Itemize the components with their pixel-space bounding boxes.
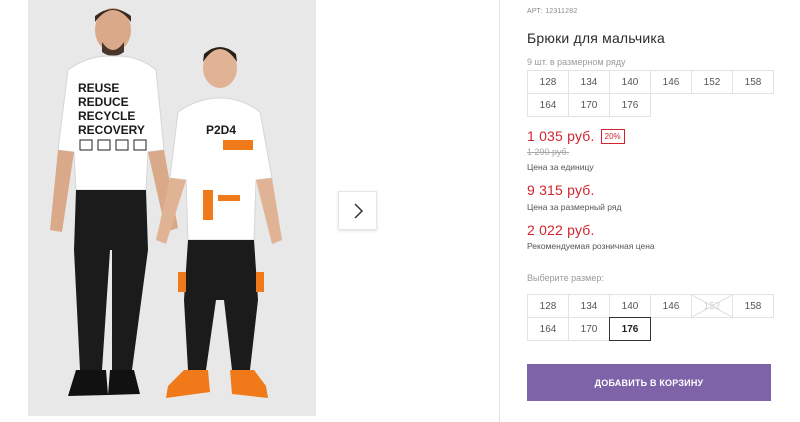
unit-price-row: 1 035 руб. 20% (527, 128, 625, 144)
size-selector: 128 134 140 146 152 158 164 170 176 (527, 294, 774, 341)
product-title: Брюки для мальчика (527, 30, 665, 46)
product-page: REUSE REDUCE RECYCLE RECOVERY P2D4 АРТ: … (0, 0, 800, 422)
product-photo-illustration: REUSE REDUCE RECYCLE RECOVERY P2D4 (28, 0, 316, 416)
series-size-cell: 146 (650, 70, 692, 94)
series-size-cell: 128 (527, 70, 569, 94)
adult-shirt-line-1: REUSE (78, 81, 119, 95)
add-to-cart-button[interactable]: ДОБАВИТЬ В КОРЗИНУ (527, 364, 771, 401)
unavailable-cross-icon (692, 295, 732, 317)
series-price: 9 315 руб. (527, 182, 595, 198)
series-size-cell: 158 (732, 70, 774, 94)
discount-badge: 20% (600, 128, 625, 144)
chevron-right-icon (353, 202, 363, 219)
old-price: 1 290 руб. (527, 147, 570, 157)
gallery-next-button[interactable] (338, 191, 377, 230)
size-option[interactable]: 134 (568, 294, 610, 318)
product-gallery: REUSE REDUCE RECYCLE RECOVERY P2D4 (0, 0, 500, 422)
series-size-cell: 140 (609, 70, 651, 94)
series-size-cell: 134 (568, 70, 610, 94)
series-size-cell: 176 (609, 93, 651, 117)
size-option[interactable]: 140 (609, 294, 651, 318)
unit-price: 1 035 руб. (527, 128, 595, 144)
rrp-price-caption: Рекомендуемая розничная цена (527, 241, 655, 251)
size-option-selected[interactable]: 176 (609, 317, 651, 341)
size-option-disabled: 152 (691, 294, 733, 318)
adult-shirt-line-3: RECYCLE (78, 109, 135, 123)
size-option[interactable]: 164 (527, 317, 569, 341)
size-option[interactable]: 158 (732, 294, 774, 318)
child-shirt-text: P2D4 (206, 123, 236, 137)
size-option[interactable]: 146 (650, 294, 692, 318)
series-size-cell: 164 (527, 93, 569, 117)
size-option[interactable]: 128 (527, 294, 569, 318)
series-size-cell: 170 (568, 93, 610, 117)
size-series-grid: 128 134 140 146 152 158 164 170 176 (527, 70, 774, 117)
article-number: АРТ: 12311282 (527, 8, 578, 15)
size-option[interactable]: 170 (568, 317, 610, 341)
size-series-note: 9 шт. в размерном ряду (527, 57, 626, 67)
unit-price-caption: Цена за единицу (527, 162, 594, 172)
adult-shirt-line-2: REDUCE (78, 95, 129, 109)
series-price-caption: Цена за размерный ряд (527, 202, 622, 212)
rrp-price: 2 022 руб. (527, 222, 595, 238)
series-size-cell: 152 (691, 70, 733, 94)
product-photo: REUSE REDUCE RECYCLE RECOVERY P2D4 (28, 0, 316, 416)
adult-shirt-line-4: RECOVERY (78, 123, 145, 137)
choose-size-label: Выберите размер: (527, 273, 604, 283)
